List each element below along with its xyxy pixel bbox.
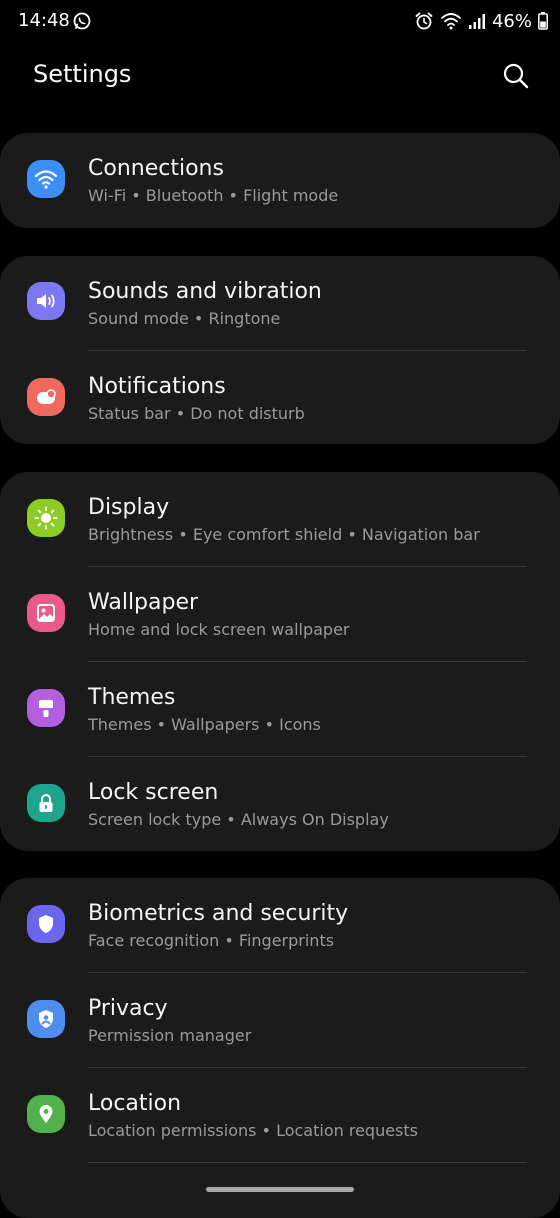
display-icon-badge xyxy=(27,499,65,537)
notifications-icon-badge xyxy=(27,378,65,416)
item-title: Location xyxy=(88,1091,182,1116)
shield-icon xyxy=(39,915,53,933)
battery-percentage: 46% xyxy=(491,10,532,32)
item-subtitle: Brightness • Eye comfort shield • Naviga… xyxy=(88,525,480,544)
item-subtitle: Location permissions • Location requests xyxy=(88,1121,418,1140)
speaker-icon xyxy=(37,294,55,308)
connections-icon-badge xyxy=(27,160,65,198)
status-icons: 46% xyxy=(414,9,548,33)
search-button[interactable] xyxy=(500,60,532,92)
themes-icon-badge xyxy=(27,689,65,727)
wifi-icon xyxy=(441,13,461,30)
item-subtitle: Screen lock type • Always On Display xyxy=(88,810,389,829)
item-title: Themes xyxy=(88,685,176,710)
settings-item-location[interactable]: Location Location permissions • Location… xyxy=(0,1068,560,1163)
item-title: Lock screen xyxy=(88,780,219,805)
lock-screen-icon-badge xyxy=(27,784,65,822)
status-bar: 14:48 46% xyxy=(0,0,560,44)
item-subtitle: Themes • Wallpapers • Icons xyxy=(88,715,321,734)
brush-icon xyxy=(39,700,53,717)
image-icon xyxy=(37,604,55,622)
item-title: Biometrics and security xyxy=(88,901,349,926)
settings-item-lock-screen[interactable]: Lock screen Screen lock type • Always On… xyxy=(0,757,560,851)
settings-item-notifications[interactable]: Notifications Status bar • Do not distur… xyxy=(0,351,560,444)
item-title: Privacy xyxy=(88,996,168,1021)
settings-group-sound-notifications: Sounds and vibration Sound mode • Ringto… xyxy=(0,256,560,444)
signal-icon xyxy=(468,14,485,29)
settings-item-sounds-and-vibration[interactable]: Sounds and vibration Sound mode • Ringto… xyxy=(0,256,560,351)
wifi-icon xyxy=(34,170,58,189)
search-icon xyxy=(503,63,529,89)
status-time: 14:48 xyxy=(18,10,70,31)
whatsapp-icon xyxy=(73,12,91,30)
lock-icon xyxy=(39,794,53,812)
settings-item-connections[interactable]: Connections Wi-Fi • Bluetooth • Flight m… xyxy=(0,133,560,228)
item-subtitle: Home and lock screen wallpaper xyxy=(88,620,350,639)
settings-item-display[interactable]: Display Brightness • Eye comfort shield … xyxy=(0,472,560,567)
item-title: Connections xyxy=(88,156,224,181)
privacy-icon xyxy=(39,1010,53,1028)
item-title: Display xyxy=(88,495,170,520)
sun-icon xyxy=(34,506,58,530)
item-title: Sounds and vibration xyxy=(88,279,322,304)
settings-group-display: Display Brightness • Eye comfort shield … xyxy=(0,472,560,851)
alarm-icon xyxy=(415,12,433,30)
item-subtitle: Permission manager xyxy=(88,1026,252,1045)
item-subtitle: Wi-Fi • Bluetooth • Flight mode xyxy=(88,186,339,205)
settings-group-connections: Connections Wi-Fi • Bluetooth • Flight m… xyxy=(0,133,560,228)
settings-item-privacy[interactable]: Privacy Permission manager xyxy=(0,973,560,1068)
settings-item-themes[interactable]: Themes Themes • Wallpapers • Icons xyxy=(0,662,560,757)
notification-icon xyxy=(37,389,56,404)
location-icon-badge xyxy=(27,1095,65,1133)
item-title: Notifications xyxy=(88,374,226,399)
item-title: Wallpaper xyxy=(88,590,199,615)
sounds-icon-badge xyxy=(27,282,65,320)
item-subtitle: Face recognition • Fingerprints xyxy=(88,931,335,950)
privacy-icon-badge xyxy=(27,1000,65,1038)
biometrics-icon-badge xyxy=(27,905,65,943)
wallpaper-icon-badge xyxy=(27,594,65,632)
divider xyxy=(88,1162,527,1163)
battery-icon xyxy=(538,12,548,30)
page-title: Settings xyxy=(33,60,132,88)
settings-group-security: Biometrics and security Face recognition… xyxy=(0,878,560,1218)
location-pin-icon xyxy=(39,1105,53,1123)
home-indicator[interactable] xyxy=(206,1187,354,1192)
item-subtitle: Sound mode • Ringtone xyxy=(88,309,281,328)
settings-item-wallpaper[interactable]: Wallpaper Home and lock screen wallpaper xyxy=(0,567,560,662)
item-subtitle: Status bar • Do not disturb xyxy=(88,404,305,423)
header: Settings xyxy=(0,44,560,114)
settings-item-biometrics-and-security[interactable]: Biometrics and security Face recognition… xyxy=(0,878,560,973)
